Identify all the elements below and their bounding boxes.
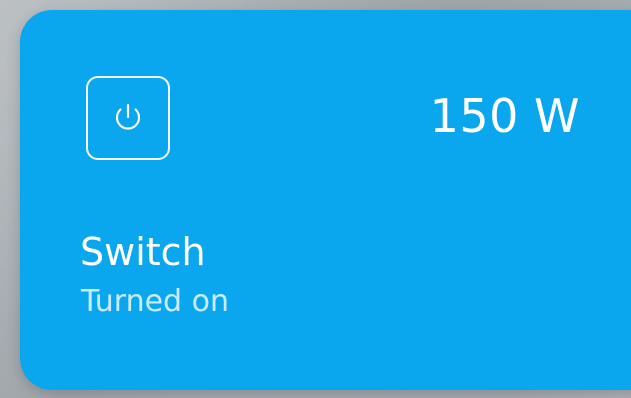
device-name: Switch [80,230,206,274]
power-toggle-button[interactable] [86,76,170,160]
device-status: Turned on [81,284,230,319]
switch-device-card[interactable]: 150 W Switch Turned on [20,10,631,390]
power-icon [115,103,141,130]
power-consumption-value: 150 W [429,89,580,143]
